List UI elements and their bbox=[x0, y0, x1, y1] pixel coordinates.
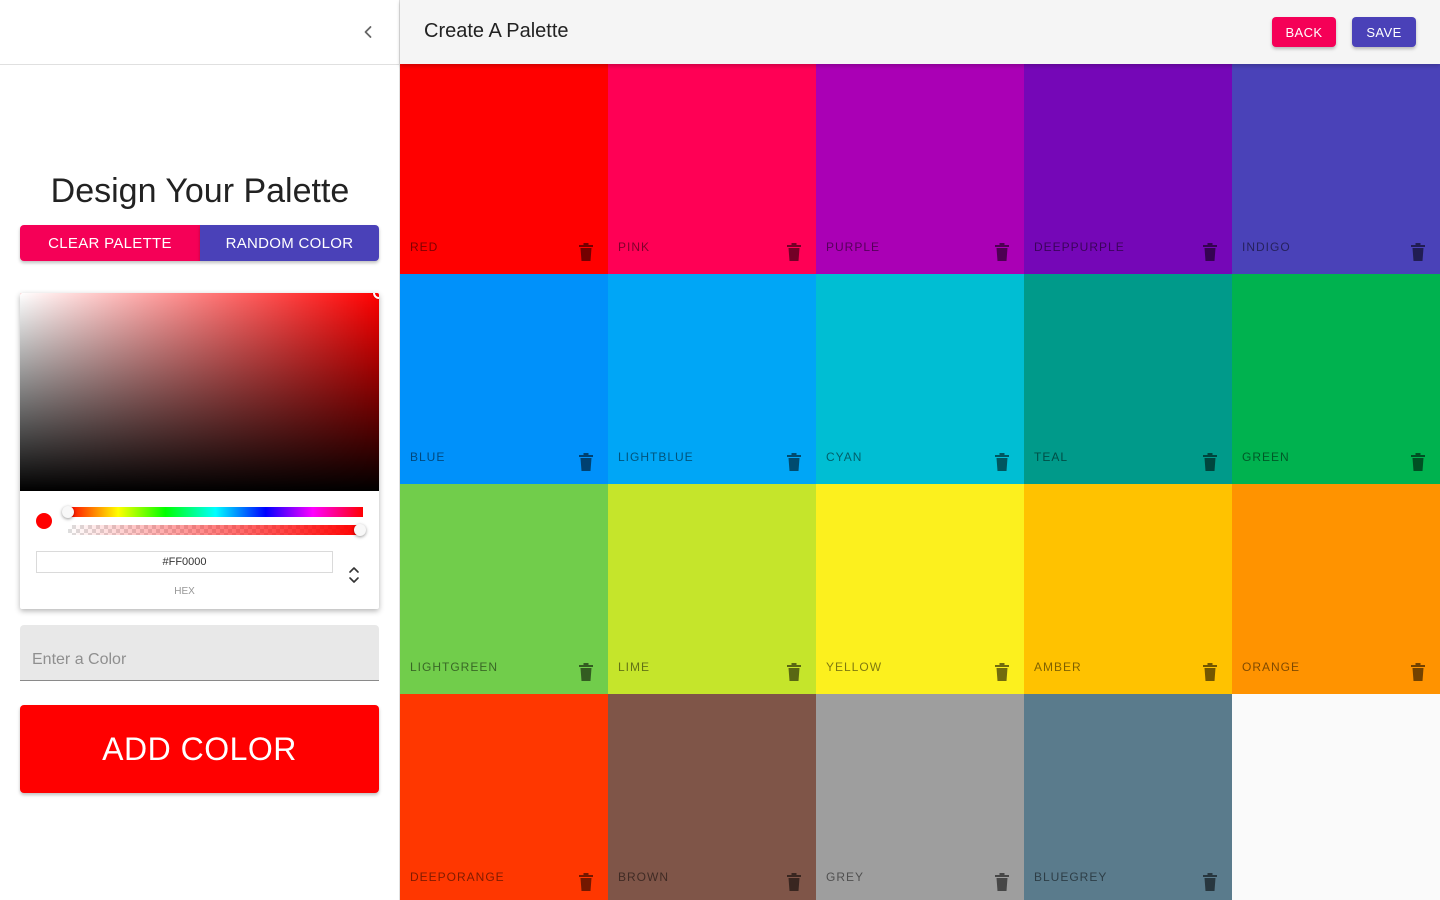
color-name-input[interactable] bbox=[20, 625, 379, 680]
trash-icon[interactable] bbox=[1410, 452, 1426, 472]
color-box-label: YELLOW bbox=[826, 660, 883, 674]
save-button[interactable]: SAVE bbox=[1352, 17, 1416, 47]
trash-icon[interactable] bbox=[786, 662, 802, 682]
clear-palette-button[interactable]: CLEAR PALETTE bbox=[20, 225, 200, 261]
color-box-label: BLUEGREY bbox=[1034, 870, 1108, 884]
hex-input[interactable] bbox=[36, 551, 333, 573]
trash-icon[interactable] bbox=[1202, 242, 1218, 262]
color-box-label: PINK bbox=[618, 240, 651, 254]
color-box-label: DEEPORANGE bbox=[410, 870, 505, 884]
color-box-orange[interactable]: ORANGE bbox=[1232, 484, 1440, 694]
color-box-indigo[interactable]: INDIGO bbox=[1232, 64, 1440, 274]
color-grid: RED PINK PURPLE DEEPPURPLE INDIGO BLUE LIGHTBL… bbox=[400, 64, 1440, 900]
color-box-label: BLUE bbox=[410, 450, 446, 464]
color-picker: HEX bbox=[20, 293, 379, 609]
trash-icon[interactable] bbox=[1410, 662, 1426, 682]
color-box-lime[interactable]: LIME bbox=[608, 484, 816, 694]
color-box-label: RED bbox=[410, 240, 439, 254]
color-box-pink[interactable]: PINK bbox=[608, 64, 816, 274]
current-color-swatch bbox=[36, 513, 52, 529]
trash-icon[interactable] bbox=[578, 242, 594, 262]
color-box-label: GREY bbox=[826, 870, 865, 884]
trash-icon[interactable] bbox=[578, 452, 594, 472]
color-box-label: TEAL bbox=[1034, 450, 1069, 464]
palette-drawer: Design Your Palette CLEAR PALETTE RANDOM… bbox=[0, 0, 400, 900]
color-box-green[interactable]: GREEN bbox=[1232, 274, 1440, 484]
color-box-teal[interactable]: TEAL bbox=[1024, 274, 1232, 484]
page-title: Create A Palette bbox=[424, 20, 569, 42]
hex-label: HEX bbox=[174, 586, 195, 597]
color-box-label: BROWN bbox=[618, 870, 669, 884]
color-box-label: AMBER bbox=[1034, 660, 1082, 674]
color-box-label: CYAN bbox=[826, 450, 863, 464]
color-box-bluegrey[interactable]: BLUEGREY bbox=[1024, 694, 1232, 900]
hue-slider[interactable] bbox=[68, 507, 363, 517]
color-box-grey[interactable]: GREY bbox=[816, 694, 1024, 900]
chevron-left-icon[interactable] bbox=[356, 20, 380, 44]
trash-icon[interactable] bbox=[1410, 242, 1426, 262]
color-box-deeporange[interactable]: DEEPORANGE bbox=[400, 694, 608, 900]
color-box-label: LIGHTGREEN bbox=[410, 660, 499, 674]
trash-icon[interactable] bbox=[994, 872, 1010, 892]
color-box-red[interactable]: RED bbox=[400, 64, 608, 274]
color-box-label: INDIGO bbox=[1242, 240, 1291, 254]
app-bar: Create A Palette BACK SAVE bbox=[400, 0, 1440, 64]
color-box-lightblue[interactable]: LIGHTBLUE bbox=[608, 274, 816, 484]
format-toggle-icon[interactable] bbox=[346, 563, 362, 587]
color-box-amber[interactable]: AMBER bbox=[1024, 484, 1232, 694]
trash-icon[interactable] bbox=[578, 662, 594, 682]
alpha-slider-handle[interactable] bbox=[354, 524, 366, 536]
trash-icon[interactable] bbox=[994, 242, 1010, 262]
color-box-label: GREEN bbox=[1242, 450, 1290, 464]
color-box-label: ORANGE bbox=[1242, 660, 1301, 674]
trash-icon[interactable] bbox=[994, 662, 1010, 682]
trash-icon[interactable] bbox=[786, 242, 802, 262]
color-box-purple[interactable]: PURPLE bbox=[816, 64, 1024, 274]
hue-slider-handle[interactable] bbox=[62, 506, 74, 518]
drawer-title: Design Your Palette bbox=[50, 172, 350, 210]
trash-icon[interactable] bbox=[786, 872, 802, 892]
trash-icon[interactable] bbox=[1202, 452, 1218, 472]
trash-icon[interactable] bbox=[1202, 662, 1218, 682]
trash-icon[interactable] bbox=[786, 452, 802, 472]
color-box-label: PURPLE bbox=[826, 240, 881, 254]
color-box-lightgreen[interactable]: LIGHTGREEN bbox=[400, 484, 608, 694]
color-box-brown[interactable]: BROWN bbox=[608, 694, 816, 900]
color-box-deeppurple[interactable]: DEEPPURPLE bbox=[1024, 64, 1232, 274]
color-box-label: LIME bbox=[618, 660, 651, 674]
color-box-label: DEEPPURPLE bbox=[1034, 240, 1125, 254]
drawer-header bbox=[0, 0, 399, 65]
random-color-button[interactable]: RANDOM COLOR bbox=[200, 225, 379, 261]
back-button[interactable]: BACK bbox=[1272, 17, 1336, 47]
color-name-field bbox=[20, 625, 379, 681]
color-box-blue[interactable]: BLUE bbox=[400, 274, 608, 484]
trash-icon[interactable] bbox=[1202, 872, 1218, 892]
color-box-cyan[interactable]: CYAN bbox=[816, 274, 1024, 484]
saturation-area[interactable] bbox=[20, 293, 379, 491]
add-color-button[interactable]: ADD COLOR bbox=[20, 705, 379, 793]
color-box-yellow[interactable]: YELLOW bbox=[816, 484, 1024, 694]
trash-icon[interactable] bbox=[578, 872, 594, 892]
color-box-label: LIGHTBLUE bbox=[618, 450, 694, 464]
alpha-slider[interactable] bbox=[68, 525, 363, 535]
trash-icon[interactable] bbox=[994, 452, 1010, 472]
